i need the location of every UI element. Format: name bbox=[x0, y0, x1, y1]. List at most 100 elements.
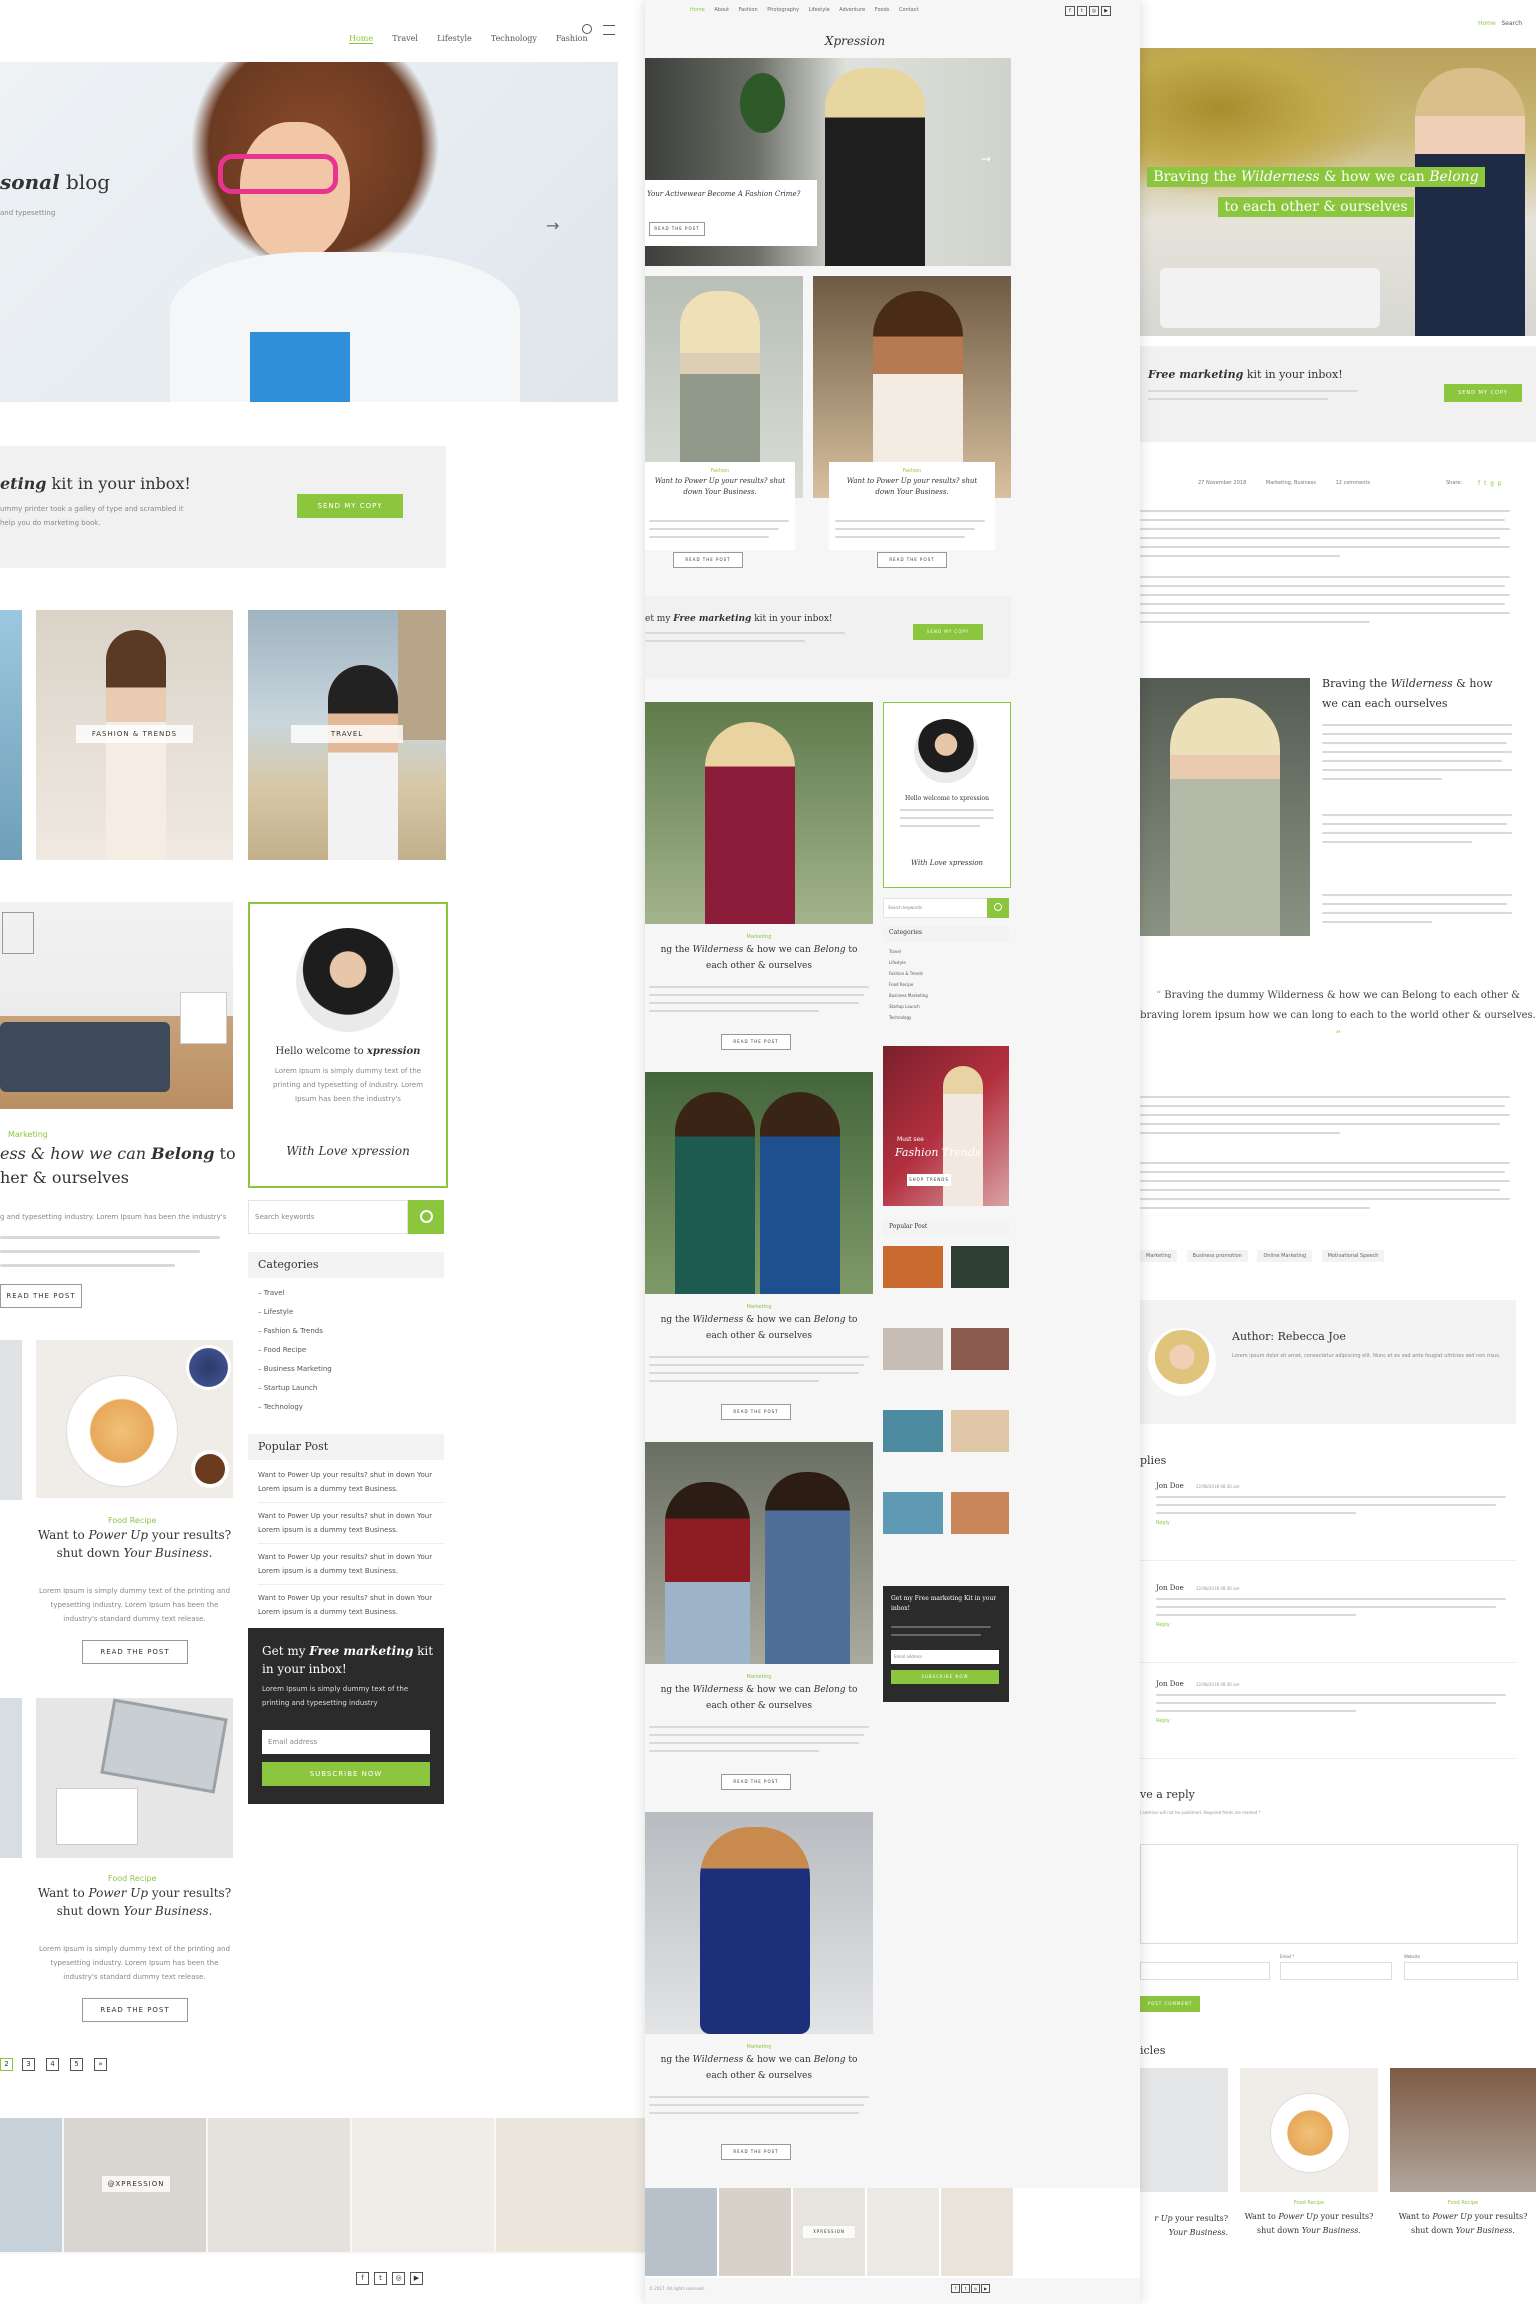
popular-item[interactable]: Want to Power Up your results? shut in d… bbox=[258, 1544, 444, 1585]
popular-thumb[interactable] bbox=[883, 1492, 943, 1534]
nav-fashion[interactable]: Fashion bbox=[739, 7, 758, 13]
card-read-button[interactable]: READ THE POST bbox=[673, 552, 743, 568]
meta-category[interactable]: Marketing, Business bbox=[1266, 480, 1316, 486]
post-category[interactable]: Marketing bbox=[645, 1304, 873, 1310]
page-4[interactable]: 4 bbox=[46, 2058, 59, 2071]
page-5[interactable]: 5 bbox=[70, 2058, 83, 2071]
category-item[interactable]: – Lifestyle bbox=[258, 1303, 332, 1322]
tag-item[interactable]: Business promotion bbox=[1186, 1250, 1248, 1262]
popular-thumb[interactable] bbox=[951, 1492, 1009, 1534]
related-title-text[interactable]: Want to Power Up your results? shut down … bbox=[1390, 2210, 1536, 2238]
tile-travel[interactable]: TRAVEL bbox=[248, 610, 446, 860]
search-input[interactable]: Search keywords bbox=[883, 898, 989, 918]
twitter-icon[interactable]: t bbox=[1077, 6, 1087, 16]
subscribe-button[interactable]: SUBSCRIBE NOW bbox=[262, 1762, 430, 1786]
popular-thumb[interactable] bbox=[883, 1246, 943, 1288]
food-read-button[interactable]: READ THE POST bbox=[82, 1640, 188, 1664]
insta-photo[interactable] bbox=[645, 2188, 717, 2276]
related-image[interactable] bbox=[1240, 2068, 1378, 2192]
tag-item[interactable]: Online Marketing bbox=[1257, 1250, 1313, 1262]
category-item[interactable]: Food Recipe bbox=[889, 979, 928, 990]
food2-category[interactable]: Food Recipe bbox=[108, 1874, 156, 1883]
menu-icon[interactable] bbox=[603, 25, 615, 35]
category-item[interactable]: – Technology bbox=[258, 1398, 332, 1417]
nav-about[interactable]: About bbox=[714, 7, 729, 13]
post-title[interactable]: ng the Wilderness & how we can Belong to… bbox=[645, 1682, 873, 1714]
related-category[interactable]: Food Recipe bbox=[1390, 2200, 1536, 2206]
page-2[interactable]: 2 bbox=[0, 2058, 13, 2071]
nav-lifestyle[interactable]: Lifestyle bbox=[437, 34, 472, 43]
insta-photo[interactable] bbox=[352, 2118, 494, 2252]
related-title-text[interactable]: Want to Power Up your results? shut down … bbox=[1240, 2210, 1378, 2238]
post-category[interactable]: Marketing bbox=[645, 2044, 873, 2050]
instagram-icon[interactable]: ◎ bbox=[971, 2284, 980, 2293]
card-title[interactable]: Want to Power Up your results? shut down… bbox=[839, 476, 985, 498]
comment-textarea[interactable] bbox=[1140, 1844, 1518, 1944]
category-item[interactable]: Startup Launch bbox=[889, 1001, 928, 1012]
popular-thumb[interactable] bbox=[883, 1410, 943, 1452]
post-read-button[interactable]: READ THE POST bbox=[721, 1034, 791, 1050]
post-read-button[interactable]: READ THE POST bbox=[721, 1774, 791, 1790]
post-title[interactable]: ng the Wilderness & how we can Belong to… bbox=[645, 1312, 873, 1344]
insta-photo[interactable] bbox=[941, 2188, 1013, 2276]
food-category[interactable]: Food Recipe bbox=[108, 1516, 156, 1525]
related-left-title[interactable]: r Up your results? Your Business. bbox=[1140, 2212, 1228, 2240]
share-google-icon[interactable]: g bbox=[1490, 480, 1494, 487]
insta-photo[interactable]: @XPRESSION bbox=[64, 2118, 206, 2252]
post1-category[interactable]: Marketing bbox=[8, 1130, 48, 1139]
tile-fashion[interactable]: FASHION & TRENDS bbox=[36, 610, 233, 860]
meta-comments[interactable]: 12 comments bbox=[1336, 480, 1370, 486]
food2-title[interactable]: Want to Power Up your results? shut down… bbox=[36, 1884, 233, 1920]
nav-lifestyle[interactable]: Lifestyle bbox=[809, 7, 830, 13]
category-item[interactable]: Travel bbox=[889, 946, 928, 957]
post-title[interactable]: ng the Wilderness & how we can Belong to… bbox=[645, 2052, 873, 2084]
share-facebook-icon[interactable]: f bbox=[1478, 480, 1480, 487]
category-item[interactable]: Fashion & Trends bbox=[889, 968, 928, 979]
insta-photo[interactable] bbox=[496, 2118, 645, 2252]
subscribe-button[interactable]: SUBSCRIBE NOW bbox=[891, 1670, 999, 1684]
comment-reply-link[interactable]: Reply bbox=[1156, 1520, 1170, 1526]
insta-photo[interactable] bbox=[0, 2118, 62, 2252]
food-title[interactable]: Want to Power Up your results? shut down… bbox=[36, 1526, 233, 1562]
post-comment-button[interactable]: POST COMMENT bbox=[1140, 1996, 1200, 2012]
category-item[interactable]: – Food Recipe bbox=[258, 1341, 332, 1360]
post-category[interactable]: Marketing bbox=[645, 934, 873, 940]
instagram-icon[interactable]: ◎ bbox=[392, 2272, 405, 2285]
logo[interactable]: Xpression bbox=[785, 34, 925, 48]
send-copy-button[interactable]: SEND MY COPY bbox=[913, 624, 983, 640]
promo-button[interactable]: SHOP TRENDS bbox=[907, 1174, 951, 1186]
nav-contact[interactable]: Contact bbox=[899, 7, 918, 13]
promo-banner[interactable]: Must see Fashion Trends SHOP TRENDS bbox=[883, 1046, 1009, 1206]
page-3[interactable]: 3 bbox=[22, 2058, 35, 2071]
facebook-icon[interactable]: f bbox=[356, 2272, 369, 2285]
instagram-icon[interactable]: ◎ bbox=[1089, 6, 1099, 16]
nav-photography[interactable]: Photography bbox=[767, 7, 799, 13]
comment-reply-link[interactable]: Reply bbox=[1156, 1622, 1170, 1628]
youtube-icon[interactable]: ▶ bbox=[410, 2272, 423, 2285]
category-item[interactable]: Technology bbox=[889, 1012, 928, 1023]
dark-email-input[interactable]: Email address bbox=[891, 1650, 999, 1664]
post-category[interactable]: Marketing bbox=[645, 1674, 873, 1680]
nav-adventure[interactable]: Adventure bbox=[839, 7, 865, 13]
post-read-button[interactable]: READ THE POST bbox=[721, 2144, 791, 2160]
post-read-button[interactable]: READ THE POST bbox=[721, 1404, 791, 1420]
category-item[interactable]: – Travel bbox=[258, 1284, 332, 1303]
slider-next-arrow[interactable]: → bbox=[981, 152, 991, 166]
facebook-icon[interactable]: f bbox=[951, 2284, 960, 2293]
send-copy-button[interactable]: SEND MY COPY bbox=[297, 494, 403, 518]
food2-read-button[interactable]: READ THE POST bbox=[82, 1998, 188, 2022]
nav-home[interactable]: Home bbox=[349, 34, 374, 44]
search-button[interactable] bbox=[408, 1200, 444, 1234]
category-item[interactable]: Lifestyle bbox=[889, 957, 928, 968]
nav-fashion[interactable]: Fashion bbox=[556, 34, 588, 43]
post1-title[interactable]: ess & how we can Belong to her & ourselv… bbox=[0, 1142, 236, 1190]
name-input[interactable] bbox=[1140, 1962, 1270, 1980]
post1-read-button[interactable]: READ THE POST bbox=[0, 1284, 82, 1308]
page-next[interactable]: » bbox=[94, 2058, 107, 2071]
category-item[interactable]: – Fashion & Trends bbox=[258, 1322, 332, 1341]
nav-technology[interactable]: Technology bbox=[491, 34, 537, 43]
hero-next-arrow[interactable]: → bbox=[546, 216, 559, 235]
search-button[interactable] bbox=[987, 898, 1009, 918]
related-category[interactable]: Food Recipe bbox=[1240, 2200, 1378, 2206]
insta-photo[interactable] bbox=[208, 2118, 350, 2252]
